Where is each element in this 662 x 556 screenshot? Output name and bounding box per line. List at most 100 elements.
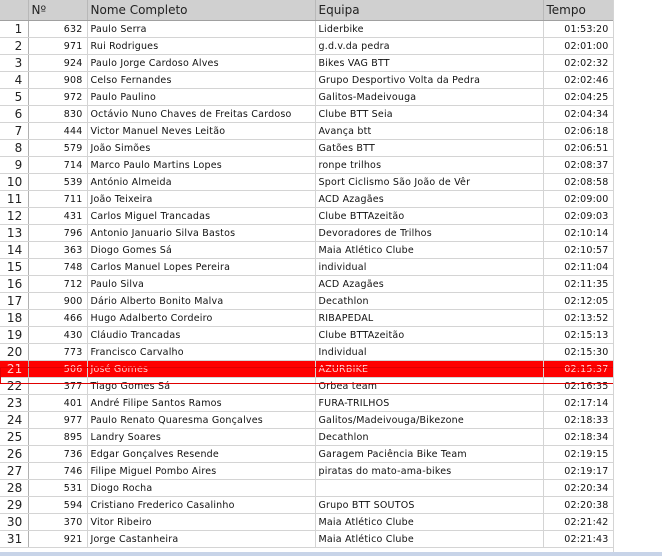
cell-number[interactable]: 444: [28, 122, 88, 140]
cell-name[interactable]: Octávio Nuno Chaves de Freitas Cardoso: [87, 105, 316, 123]
cell-number[interactable]: 431: [28, 207, 88, 225]
table-row[interactable]: 10 539 António Almeida Sport Ciclismo São J…: [0, 173, 614, 191]
table-row[interactable]: 28 531 Diogo Rocha 02:20:34: [0, 479, 614, 497]
cell-team[interactable]: ACD Azagães: [315, 275, 544, 293]
cell-name[interactable]: Edgar Gonçalves Resende: [87, 445, 316, 463]
table-row[interactable]: 2 971 Rui Rodrigues g.d.v.da pedra 02:01:00: [0, 37, 614, 55]
cell-name[interactable]: Francisco Carvalho: [87, 343, 316, 361]
row-position[interactable]: 27: [0, 462, 29, 480]
cell-number[interactable]: 977: [28, 411, 88, 429]
table-row[interactable]: 5 972 Paulo Paulino Galitos-Madeivouga 02:04…: [0, 88, 614, 106]
cell-number[interactable]: 632: [28, 20, 88, 38]
row-position[interactable]: 23: [0, 394, 29, 412]
cell-name[interactable]: Paulo Jorge Cardoso Alves: [87, 54, 316, 72]
row-position[interactable]: 19: [0, 326, 29, 344]
row-position[interactable]: 17: [0, 292, 29, 310]
row-position[interactable]: 8: [0, 139, 29, 157]
cell-team[interactable]: Clube BTTAzeitão: [315, 326, 544, 344]
cell-team[interactable]: Orbea team: [315, 377, 544, 395]
row-position[interactable]: 12: [0, 207, 29, 225]
cell-team[interactable]: ronpe trilhos: [315, 156, 544, 174]
row-position[interactable]: 31: [0, 530, 29, 548]
cell-number[interactable]: 796: [28, 224, 88, 242]
cell-time[interactable]: 02:06:18: [543, 122, 614, 140]
table-row[interactable]: 19 430 Cláudio Trancadas Clube BTTAzeitão 02…: [0, 326, 614, 344]
table-row[interactable]: 23 401 André Filipe Santos Ramos FURA-TRILH…: [0, 394, 614, 412]
cell-team[interactable]: AZURBIKE: [315, 360, 544, 378]
empty-sheet-area[interactable]: [613, 0, 662, 556]
cell-team[interactable]: Maia Atlético Clube: [315, 241, 544, 259]
cell-time[interactable]: 02:09:03: [543, 207, 614, 225]
cell-number[interactable]: 363: [28, 241, 88, 259]
cell-name[interactable]: Antonio Januario Silva Bastos: [87, 224, 316, 242]
cell-time[interactable]: 02:21:43: [543, 530, 614, 548]
row-position[interactable]: 15: [0, 258, 29, 276]
cell-team[interactable]: Clube BTTAzeitão: [315, 207, 544, 225]
cell-team[interactable]: Bikes VAG BTT: [315, 54, 544, 72]
row-position[interactable]: 28: [0, 479, 29, 497]
cell-number[interactable]: 746: [28, 462, 88, 480]
table-row[interactable]: 6 830 Octávio Nuno Chaves de Freitas Cardo…: [0, 105, 614, 123]
cell-team[interactable]: g.d.v.da pedra: [315, 37, 544, 55]
cell-name[interactable]: Rui Rodrigues: [87, 37, 316, 55]
cell-time[interactable]: 02:09:00: [543, 190, 614, 208]
cell-time[interactable]: 02:19:17: [543, 462, 614, 480]
table-row[interactable]: 29 594 Cristiano Frederico Casalinho Grupo …: [0, 496, 614, 514]
cell-number[interactable]: 736: [28, 445, 88, 463]
cell-number[interactable]: 712: [28, 275, 88, 293]
column-header-team[interactable]: Equipa: [315, 0, 544, 21]
table-row[interactable]: 20 773 Francisco Carvalho Individual 02:15:3…: [0, 343, 614, 361]
cell-time[interactable]: 02:20:34: [543, 479, 614, 497]
cell-team[interactable]: Liderbike: [315, 20, 544, 38]
row-position[interactable]: 13: [0, 224, 29, 242]
cell-time[interactable]: 02:19:15: [543, 445, 614, 463]
cell-name[interactable]: Paulo Silva: [87, 275, 316, 293]
row-position[interactable]: 16: [0, 275, 29, 293]
table-row[interactable]: 22 377 Tiago Gomes Sá Orbea team 02:16:35: [0, 377, 614, 395]
cell-name[interactable]: André Filipe Santos Ramos: [87, 394, 316, 412]
cell-number[interactable]: 971: [28, 37, 88, 55]
cell-time[interactable]: 02:15:13: [543, 326, 614, 344]
cell-number[interactable]: 539: [28, 173, 88, 191]
cell-time[interactable]: 02:04:25: [543, 88, 614, 106]
cell-time[interactable]: 02:10:14: [543, 224, 614, 242]
cell-name[interactable]: Victor Manuel Neves Leitão: [87, 122, 316, 140]
table-row[interactable]: 14 363 Diogo Gomes Sá Maia Atlético Clube 02…: [0, 241, 614, 259]
cell-name[interactable]: Cristiano Frederico Casalinho: [87, 496, 316, 514]
cell-name[interactable]: Paulo Paulino: [87, 88, 316, 106]
cell-team[interactable]: Maia Atlético Clube: [315, 513, 544, 531]
cell-name[interactable]: Paulo Serra: [87, 20, 316, 38]
column-header-time[interactable]: Tempo: [543, 0, 614, 21]
row-position[interactable]: 22: [0, 377, 29, 395]
cell-team[interactable]: Avança btt: [315, 122, 544, 140]
table-row[interactable]: 31 921 Jorge Castanheira Maia Atlético Club…: [0, 530, 614, 548]
cell-team[interactable]: [315, 479, 544, 497]
table-row[interactable]: 4 908 Celso Fernandes Grupo Desportivo Volt…: [0, 71, 614, 89]
cell-team[interactable]: Galitos/Madeivouga/Bikezone: [315, 411, 544, 429]
cell-name[interactable]: João Simões: [87, 139, 316, 157]
column-header-name[interactable]: Nome Completo: [87, 0, 316, 21]
row-position[interactable]: 3: [0, 54, 29, 72]
table-row[interactable]: 7 444 Victor Manuel Neves Leitão Avança btt…: [0, 122, 614, 140]
cell-name[interactable]: Cláudio Trancadas: [87, 326, 316, 344]
cell-number[interactable]: 900: [28, 292, 88, 310]
row-position[interactable]: 10: [0, 173, 29, 191]
cell-team[interactable]: Individual: [315, 343, 544, 361]
cell-number[interactable]: 714: [28, 156, 88, 174]
cell-number[interactable]: 924: [28, 54, 88, 72]
table-row[interactable]: 3 924 Paulo Jorge Cardoso Alves Bikes VAG B…: [0, 54, 614, 72]
cell-team[interactable]: Garagem Paciência Bike Team: [315, 445, 544, 463]
cell-name[interactable]: José Gomes: [87, 360, 316, 378]
cell-name[interactable]: Dário Alberto Bonito Malva: [87, 292, 316, 310]
cell-time[interactable]: 02:18:33: [543, 411, 614, 429]
table-row[interactable]: 16 712 Paulo Silva ACD Azagães 02:11:35: [0, 275, 614, 293]
row-position[interactable]: 6: [0, 105, 29, 123]
row-position[interactable]: 5: [0, 88, 29, 106]
table-row[interactable]: 17 900 Dário Alberto Bonito Malva Decathlon…: [0, 292, 614, 310]
table-row[interactable]: 15 748 Carlos Manuel Lopes Pereira individu…: [0, 258, 614, 276]
table-row[interactable]: 11 711 João Teixeira ACD Azagães 02:09:00: [0, 190, 614, 208]
table-row[interactable]: 1 632 Paulo Serra Liderbike 01:53:20: [0, 20, 614, 38]
row-position[interactable]: 18: [0, 309, 29, 327]
row-position[interactable]: 29: [0, 496, 29, 514]
cell-number[interactable]: 466: [28, 309, 88, 327]
